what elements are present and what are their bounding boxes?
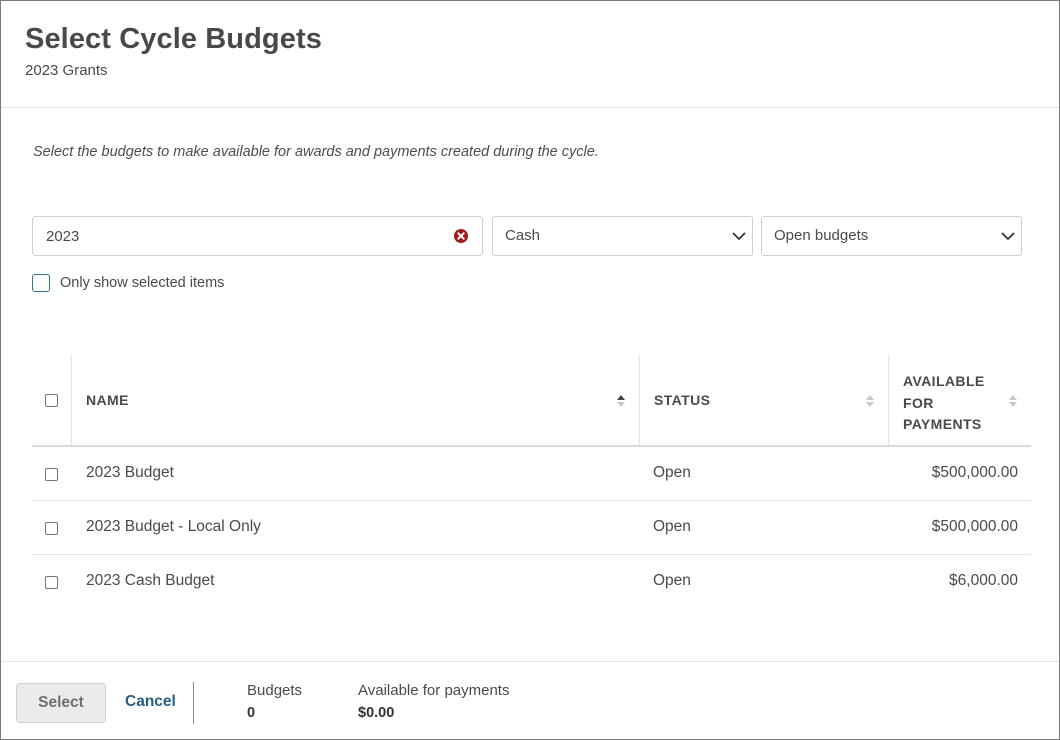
budget-type-select[interactable]: Cash [492,216,753,256]
row-checkbox[interactable] [45,522,58,535]
sort-ascending-icon[interactable] [616,393,626,409]
column-label-available-line3: PAYMENTS [903,416,982,432]
sort-icon[interactable] [1008,393,1018,409]
budget-status-select[interactable]: Open budgets [761,216,1022,256]
page-title: Select Cycle Budgets [25,23,322,55]
select-all-header [32,355,72,445]
select-button[interactable]: Select [16,683,106,723]
cancel-link[interactable]: Cancel [125,693,176,711]
table-body: 2023 Budget Open $500,000.00 2023 Budget… [32,447,1031,609]
table-row: 2023 Budget Open $500,000.00 [32,447,1031,501]
search-field[interactable] [32,216,483,256]
budget-name: 2023 Budget - Local Only [86,518,261,535]
budget-status: Open [653,518,691,535]
budgets-table: NAME STATUS AVAILABLE FOR PAYMENTS 2023 … [32,355,1031,609]
column-label-name: NAME [86,392,129,408]
dialog-header: Select Cycle Budgets 2023 Grants [1,1,1059,108]
column-header-status[interactable]: STATUS [640,355,889,445]
table-header: NAME STATUS AVAILABLE FOR PAYMENTS [32,355,1031,447]
available-summary: Available for payments $0.00 [358,682,509,721]
budget-status: Open [653,572,691,589]
chevron-down-icon [1001,232,1015,241]
column-header-name[interactable]: NAME [72,355,640,445]
select-cycle-budgets-dialog: Select Cycle Budgets 2023 Grants Select … [0,0,1060,740]
select-all-checkbox[interactable] [45,394,58,407]
page-subtitle: 2023 Grants [25,62,108,79]
column-label-available-line2: FOR [903,394,934,411]
budget-available: $500,000.00 [931,464,1018,481]
column-label-available-line1: AVAILABLE [903,373,985,389]
chevron-down-icon [732,232,746,241]
budget-status: Open [653,464,691,481]
budgets-summary-label: Budgets [247,682,303,699]
table-row: 2023 Cash Budget Open $6,000.00 [32,555,1031,609]
table-row: 2023 Budget - Local Only Open $500,000.0… [32,501,1031,555]
dialog-footer: Select Cancel Budgets 0 Available for pa… [1,661,1059,739]
budget-type-value: Cash [505,227,541,244]
available-summary-label: Available for payments [358,682,510,699]
instructions-text: Select the budgets to make available for… [33,144,599,160]
budget-available: $500,000.00 [931,518,1018,535]
column-label-status: STATUS [654,392,711,408]
budgets-summary-count: 0 [247,705,256,721]
x-circle-icon[interactable] [453,228,469,244]
only-show-selected-checkbox[interactable] [32,274,50,292]
sort-icon[interactable] [865,393,875,409]
budget-name: 2023 Cash Budget [86,572,215,589]
search-input[interactable] [46,226,446,246]
column-label-available: AVAILABLE FOR PAYMENTS [903,371,993,436]
budget-status-value: Open budgets [774,227,869,244]
footer-divider [193,682,194,724]
column-header-available-for-payments[interactable]: AVAILABLE FOR PAYMENTS [889,355,1031,445]
only-show-selected-label: Only show selected items [60,275,225,291]
budget-name: 2023 Budget [86,464,174,481]
row-checkbox[interactable] [45,576,58,589]
row-checkbox[interactable] [45,468,58,481]
budget-available: $6,000.00 [949,572,1018,589]
budgets-summary: Budgets 0 [247,682,302,721]
available-summary-value: $0.00 [358,705,395,721]
